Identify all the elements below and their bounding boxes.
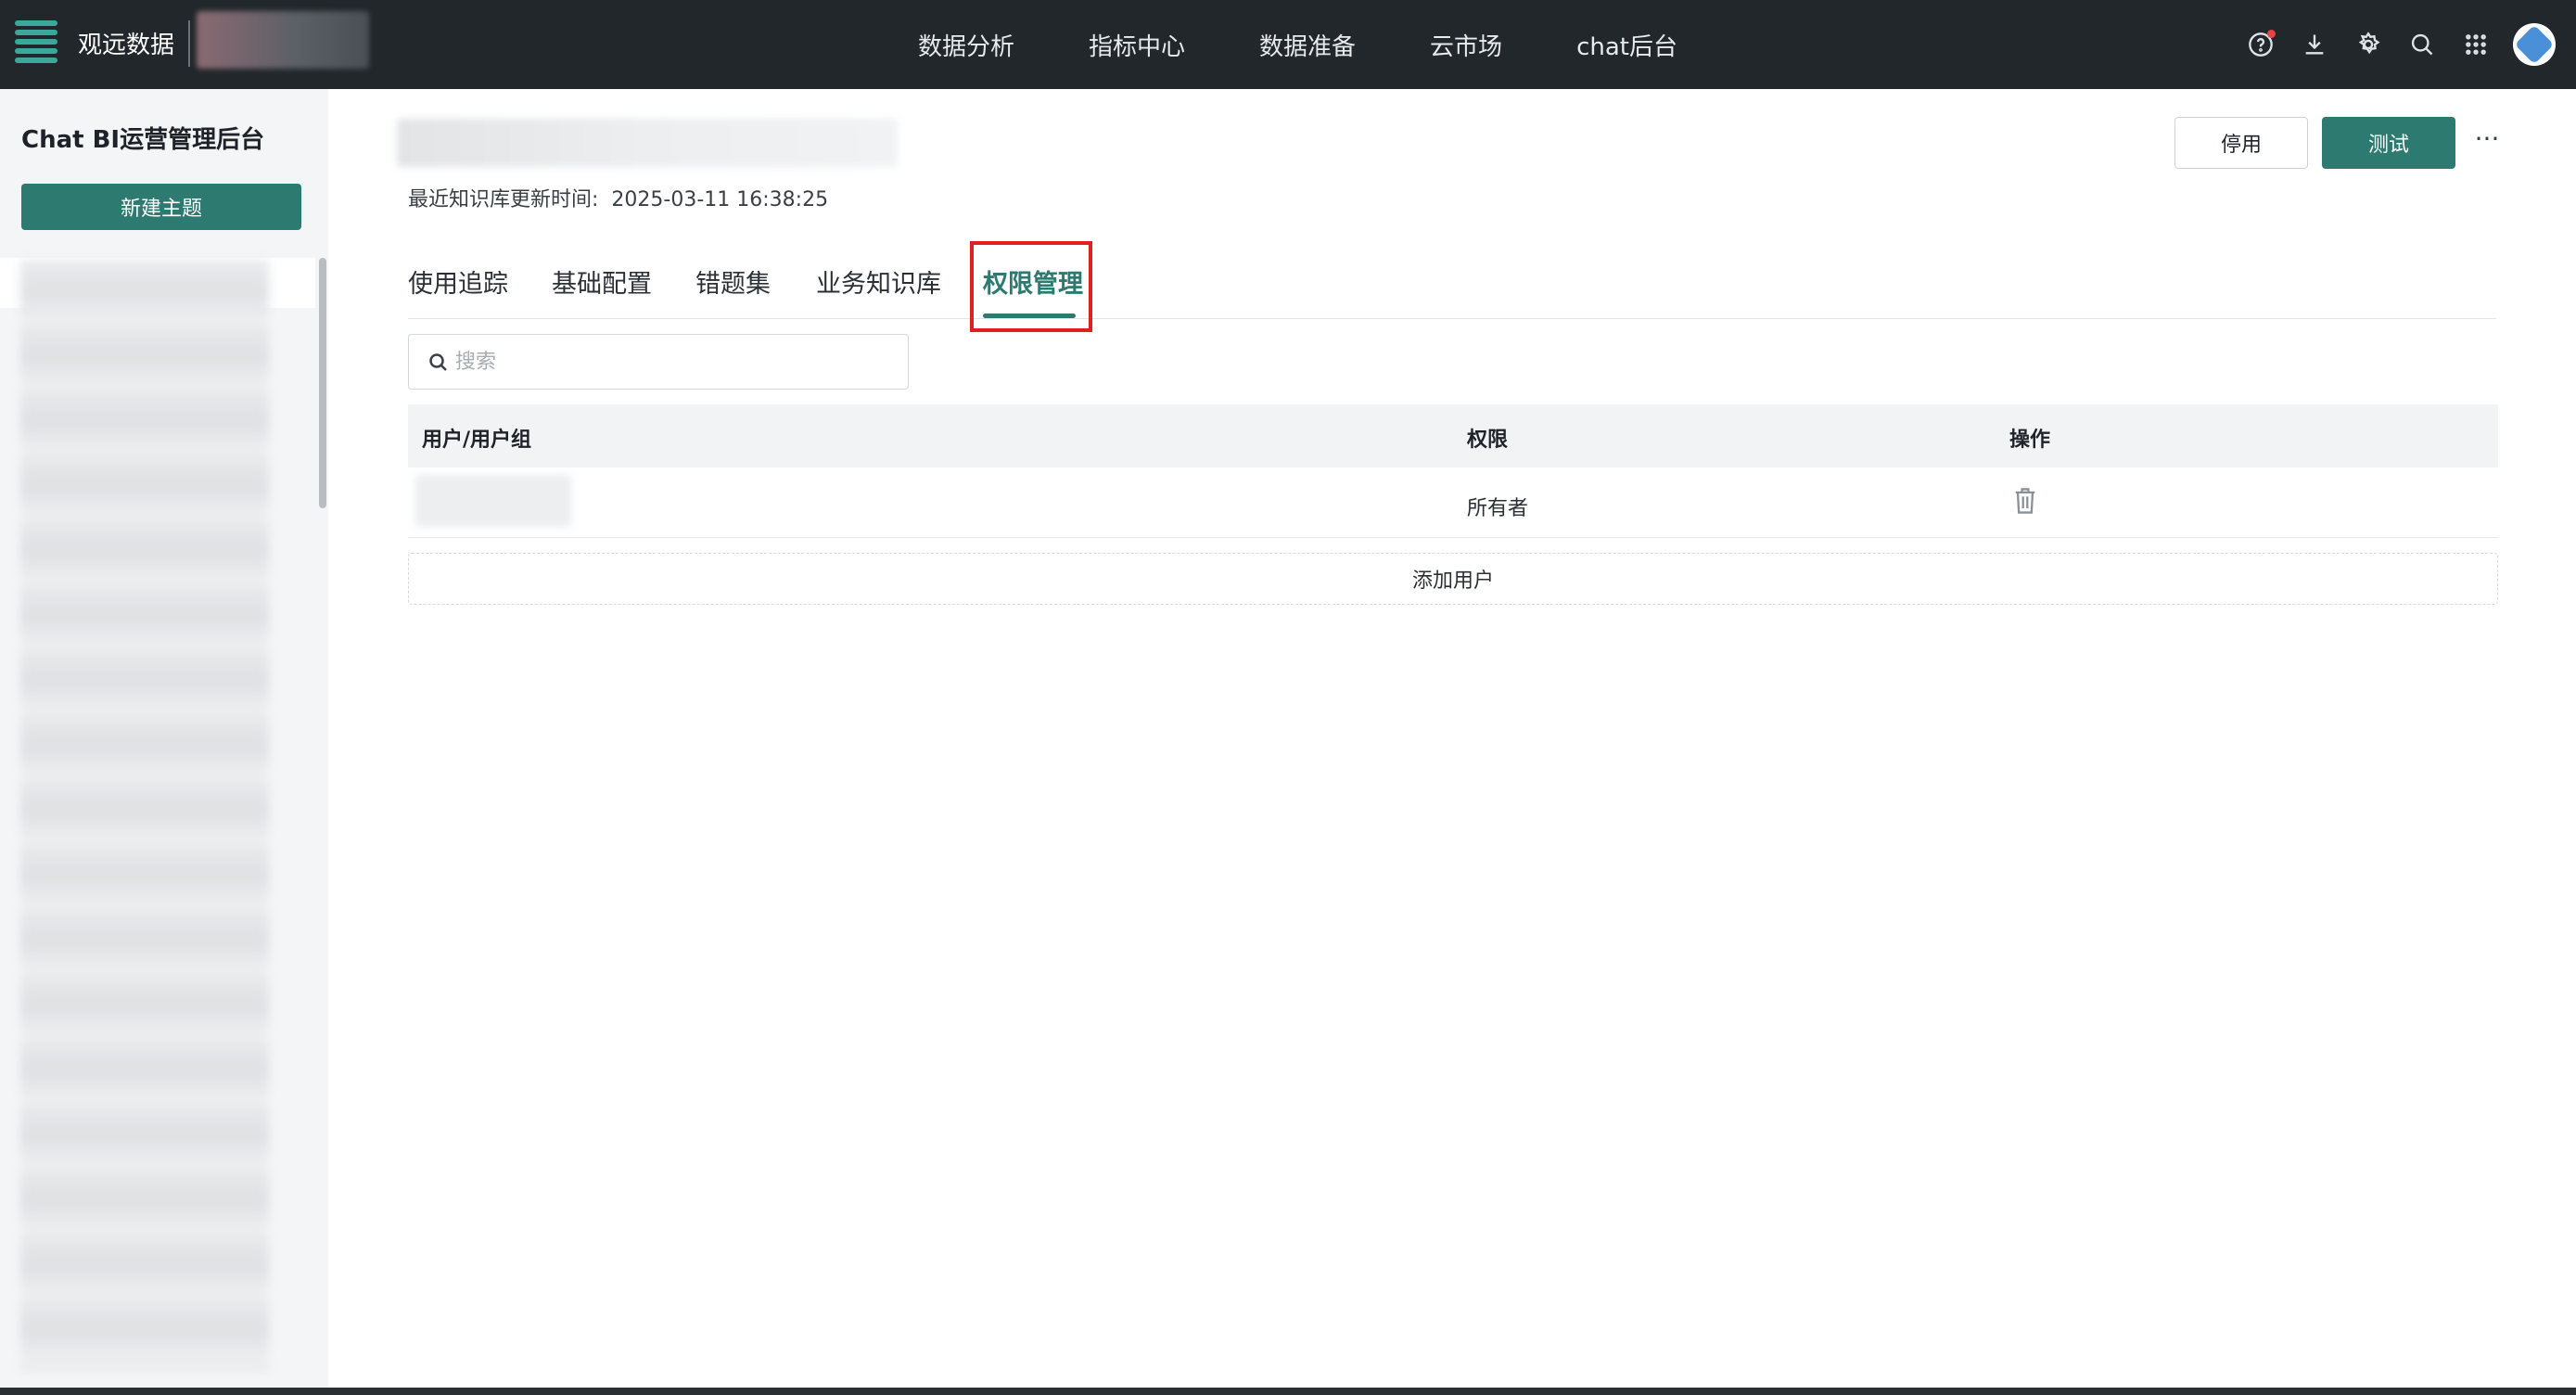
user-avatar[interactable] bbox=[2513, 23, 2556, 66]
download-icon[interactable] bbox=[2294, 24, 2335, 65]
add-user-button[interactable]: 添加用户 bbox=[408, 553, 2498, 605]
user-search-box[interactable] bbox=[408, 334, 909, 390]
tab-usage-tracking[interactable]: 使用追踪 bbox=[408, 263, 508, 300]
menu-logo-icon[interactable] bbox=[15, 20, 57, 67]
update-time-value: 2025-03-11 16:38:25 bbox=[611, 188, 829, 211]
nav-item-cloud-market[interactable]: 云市场 bbox=[1430, 28, 1502, 62]
topic-list[interactable] bbox=[0, 258, 315, 1380]
sidebar: Chat BI运营管理后台 新建主题 bbox=[0, 89, 328, 1395]
test-button[interactable]: 测试 bbox=[2322, 117, 2455, 169]
window-bottom-edge bbox=[0, 1388, 2576, 1395]
user-name-redacted bbox=[415, 475, 571, 527]
search-icon bbox=[429, 353, 447, 371]
permission-table: 用户/用户组 权限 操作 所有者 bbox=[408, 404, 2498, 538]
brand-name: 观远数据 bbox=[78, 32, 175, 59]
topic-title-redacted bbox=[397, 119, 898, 167]
knowledge-update-info: 最近知识库更新时间: 2025-03-11 16:38:25 bbox=[408, 183, 828, 212]
table-row: 所有者 bbox=[408, 467, 2498, 538]
update-time-label: 最近知识库更新时间: bbox=[408, 188, 599, 211]
nav-item-chat-admin[interactable]: chat后台 bbox=[1576, 28, 1677, 62]
more-options-button[interactable]: ··· bbox=[2468, 122, 2506, 160]
nav-item-data-prep[interactable]: 数据准备 bbox=[1259, 28, 1356, 62]
header-actions bbox=[2227, 22, 2556, 67]
highlight-annotation-box bbox=[970, 241, 1092, 332]
notification-dot bbox=[2267, 30, 2276, 38]
search-icon[interactable] bbox=[2402, 24, 2442, 65]
column-header-user: 用户/用户组 bbox=[422, 429, 532, 452]
topic-list-items-redacted bbox=[20, 260, 269, 1371]
main-nav: 数据分析 指标中心 数据准备 云市场 chat后台 bbox=[918, 0, 1752, 89]
top-navigation-bar: 观远数据 数据分析 指标中心 数据准备 云市场 chat后台 bbox=[0, 0, 2576, 89]
permission-value: 所有者 bbox=[1467, 497, 1529, 520]
column-header-actions: 操作 bbox=[2009, 429, 2051, 452]
table-header: 用户/用户组 权限 操作 bbox=[408, 404, 2498, 467]
workspace-selector[interactable] bbox=[197, 11, 369, 69]
settings-icon[interactable] bbox=[2348, 24, 2389, 65]
tab-bar: 使用追踪 基础配置 错题集 业务知识库 权限管理 bbox=[408, 243, 2496, 319]
disable-button[interactable]: 停用 bbox=[2174, 117, 2308, 169]
new-topic-button[interactable]: 新建主题 bbox=[21, 184, 301, 230]
help-icon[interactable] bbox=[2240, 24, 2281, 65]
nav-item-metrics-center[interactable]: 指标中心 bbox=[1089, 28, 1185, 62]
tab-basic-config[interactable]: 基础配置 bbox=[552, 263, 652, 300]
sidebar-scrollbar[interactable] bbox=[319, 258, 326, 508]
trash-icon[interactable] bbox=[2012, 486, 2040, 518]
tab-error-set[interactable]: 错题集 bbox=[695, 263, 771, 300]
column-header-permission: 权限 bbox=[1467, 429, 1509, 452]
nav-item-data-analysis[interactable]: 数据分析 bbox=[918, 28, 1014, 62]
apps-grid-icon[interactable] bbox=[2455, 24, 2496, 65]
search-input[interactable] bbox=[455, 342, 891, 381]
header-divider bbox=[188, 20, 190, 67]
tab-business-knowledge[interactable]: 业务知识库 bbox=[816, 263, 941, 300]
avatar-image bbox=[2514, 24, 2555, 65]
sidebar-title: Chat BI运营管理后台 bbox=[21, 126, 265, 154]
